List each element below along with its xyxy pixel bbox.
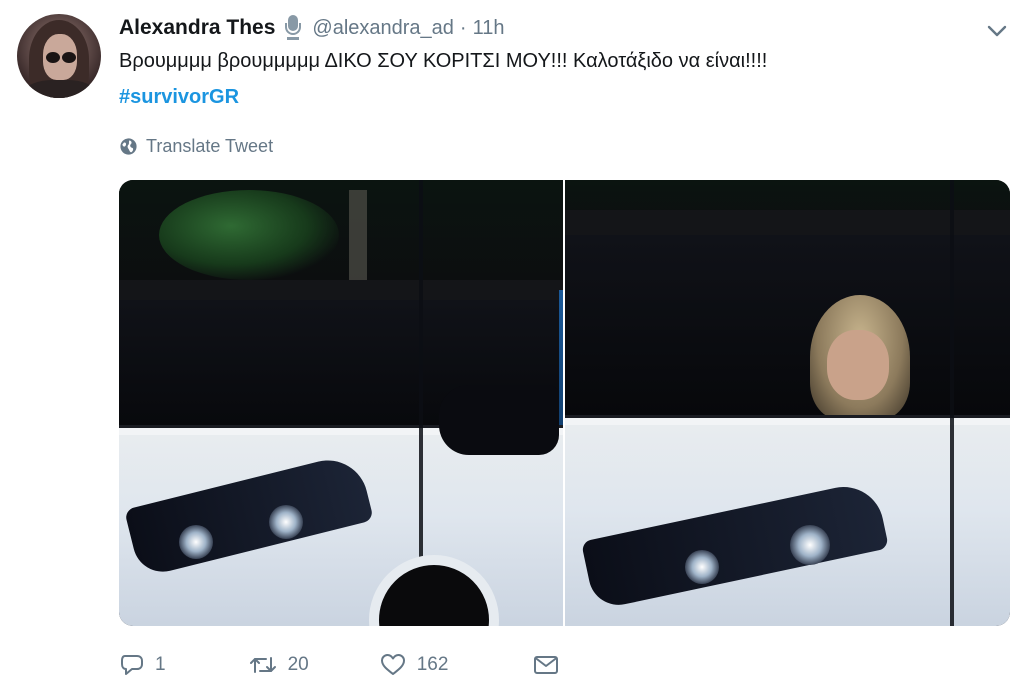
tweet-timestamp[interactable]: 11h: [473, 17, 505, 40]
media-photo-2[interactable]: [565, 180, 1010, 626]
retweet-button[interactable]: 20: [248, 652, 309, 678]
separator-dot: ·: [459, 16, 467, 39]
tweet-actions: 1 20 162: [119, 648, 560, 682]
author-handle[interactable]: @alexandra_ad: [312, 17, 454, 40]
tweet-media: [119, 180, 1010, 626]
microphone-icon: [284, 15, 302, 41]
reply-icon: [121, 655, 143, 675]
retweet-count: 20: [287, 654, 309, 675]
tweet-text: Βρουμμμμ βρουμμμμμ ΔΙΚΟ ΣΟΥ ΚΟΡΙΤΣΙ ΜΟΥ!…: [119, 50, 768, 72]
envelope-icon: [534, 656, 559, 674]
globe-icon: [120, 137, 137, 155]
chevron-down-icon: [987, 25, 1007, 37]
reply-count: 1: [155, 654, 166, 675]
translate-tweet-link[interactable]: Translate Tweet: [119, 134, 273, 158]
heart-icon: [380, 654, 405, 675]
direct-message-button[interactable]: [532, 652, 560, 678]
avatar[interactable]: [17, 14, 101, 98]
sunglasses-left-lens: [46, 52, 60, 63]
avatar-shoulders: [25, 80, 95, 98]
retweet-icon: [249, 657, 276, 673]
more-options-button[interactable]: [984, 18, 1010, 44]
media-photo-1[interactable]: [119, 180, 563, 626]
sunglasses-right-lens: [62, 52, 76, 63]
translate-label: Translate Tweet: [146, 135, 274, 156]
hashtag-link[interactable]: #survivorGR: [119, 86, 239, 109]
like-button[interactable]: 162: [379, 652, 449, 678]
like-count: 162: [416, 654, 449, 675]
tweet-header: Alexandra Thes @alexandra_ad · 11h: [119, 13, 504, 43]
reply-button[interactable]: 1: [119, 652, 166, 678]
author-name[interactable]: Alexandra Thes: [119, 16, 275, 40]
